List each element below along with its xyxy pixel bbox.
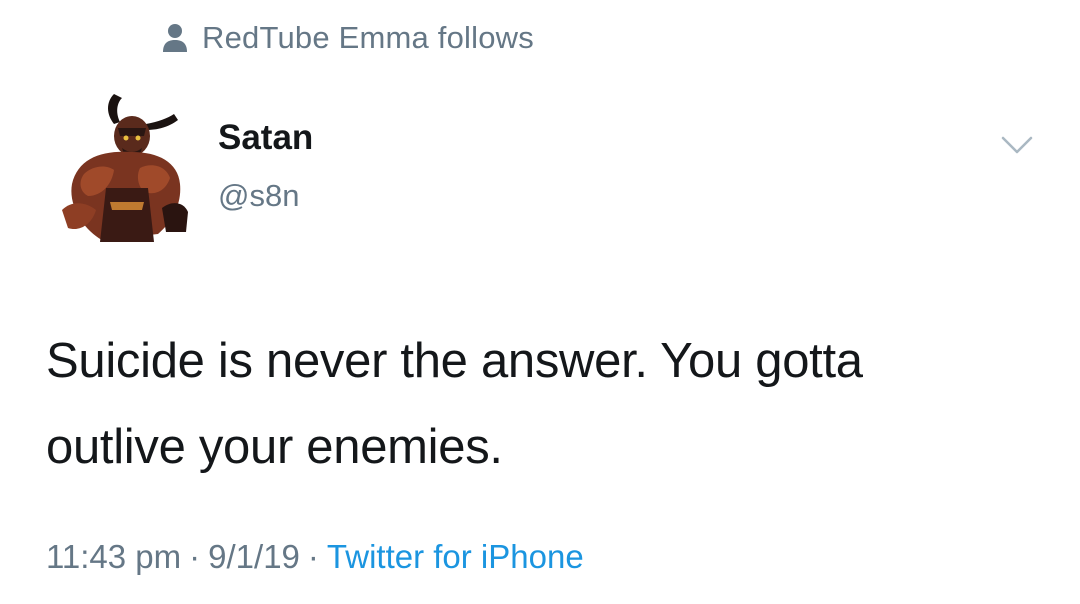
meta-separator: · — [189, 538, 201, 575]
author-display-name[interactable]: Satan — [218, 118, 313, 158]
social-context-text: RedTube Emma follows — [202, 20, 534, 55]
tweet-card: RedTube Emma follows Satan @s8n Suicide … — [0, 0, 1080, 604]
social-context[interactable]: RedTube Emma follows — [162, 18, 534, 58]
meta-separator: · — [307, 538, 319, 575]
tweet-time[interactable]: 11:43 pm — [46, 538, 181, 576]
tweet-text: Suicide is never the answer. You gotta o… — [46, 318, 1046, 490]
person-icon — [163, 24, 187, 52]
tweet-text-line-1: Suicide is never the answer. You gotta — [46, 334, 863, 388]
tweet-meta: 11:43 pm · 9/1/19 · Twitter for iPhone — [46, 538, 584, 576]
chevron-down-icon[interactable] — [1000, 134, 1034, 156]
tweet-text-line-2: outlive your enemies. — [46, 420, 503, 474]
author-handle[interactable]: @s8n — [218, 178, 299, 214]
tweet-date[interactable]: 9/1/19 — [208, 538, 300, 576]
demon-avatar[interactable] — [62, 92, 188, 244]
tweet-source-link[interactable]: Twitter for iPhone — [327, 538, 584, 576]
